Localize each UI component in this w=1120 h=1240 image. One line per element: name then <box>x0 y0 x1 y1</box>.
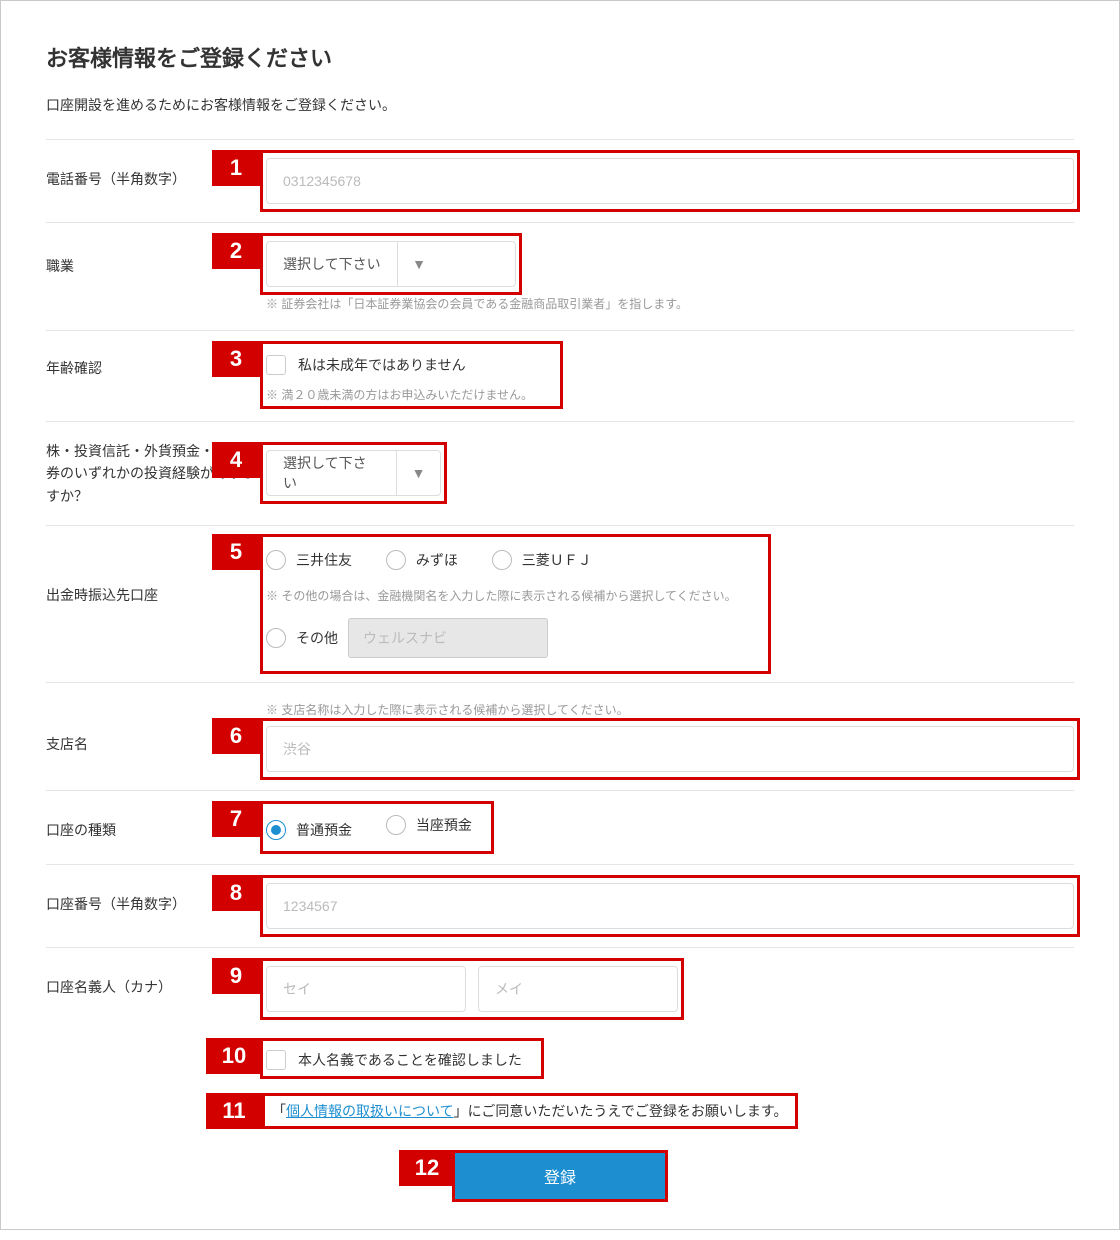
age-checkbox[interactable]: 私は未成年ではありません <box>266 349 466 375</box>
marker-3: 3 <box>212 341 260 377</box>
job-hint: ※ 証券会社は「日本証券業協会の会員である金融商品取引業者」を指します。 <box>266 295 1074 312</box>
accno-input[interactable] <box>266 883 1074 929</box>
privacy-link[interactable]: 個人情報の取扱いについて <box>286 1103 454 1119</box>
bank-other-input: ウェルスナビ <box>348 618 548 658</box>
bank-radio-mizuho[interactable]: みずほ <box>386 550 458 570</box>
marker-11: 11 <box>206 1093 262 1129</box>
page-title: お客様情報をご登録ください <box>46 41 1074 73</box>
chevron-down-icon: ▼ <box>396 451 440 495</box>
marker-8: 8 <box>212 875 260 911</box>
holder-mei-input[interactable] <box>478 966 678 1012</box>
acctype-radio-checking[interactable]: 当座預金 <box>386 815 472 835</box>
self-confirm-checkbox[interactable]: 本人名義であることを確認しました <box>266 1044 522 1070</box>
submit-button[interactable]: 登録 <box>455 1153 665 1199</box>
lead-text: 口座開設を進めるためにお客様情報をご登録ください。 <box>46 95 1074 115</box>
marker-4: 4 <box>212 442 260 478</box>
marker-1: 1 <box>212 150 260 186</box>
branch-hint: ※ 支店名称は入力した際に表示される候補から選択してください。 <box>266 701 1074 718</box>
age-hint: ※ 満２０歳未満の方はお申込みいただけません。 <box>266 386 533 403</box>
marker-5: 5 <box>212 534 260 570</box>
marker-10: 10 <box>206 1038 262 1074</box>
marker-6: 6 <box>212 718 260 754</box>
phone-input[interactable] <box>266 158 1074 204</box>
marker-7: 7 <box>212 801 260 837</box>
acctype-radio-savings[interactable]: 普通預金 <box>266 820 352 840</box>
holder-sei-input[interactable] <box>266 966 466 1012</box>
marker-12: 12 <box>399 1150 455 1186</box>
job-select[interactable]: 選択して下さい ▼ <box>266 241 516 287</box>
exp-select[interactable]: 選択して下さい ▼ <box>266 450 441 496</box>
chevron-down-icon: ▼ <box>397 242 441 286</box>
bank-hint: ※ その他の場合は、金融機関名を入力した際に表示される候補から選択してください。 <box>266 587 737 604</box>
marker-9: 9 <box>212 958 260 994</box>
bank-radio-other[interactable]: その他 <box>266 628 338 648</box>
branch-input[interactable] <box>266 726 1074 772</box>
privacy-text: 「個人情報の取扱いについて」にご同意いただいたうえでご登録をお願いします。 <box>272 1103 788 1119</box>
bank-radio-mufg[interactable]: 三菱ＵＦＪ <box>492 550 592 570</box>
bank-radio-smbc[interactable]: 三井住友 <box>266 550 352 570</box>
marker-2: 2 <box>212 233 260 269</box>
